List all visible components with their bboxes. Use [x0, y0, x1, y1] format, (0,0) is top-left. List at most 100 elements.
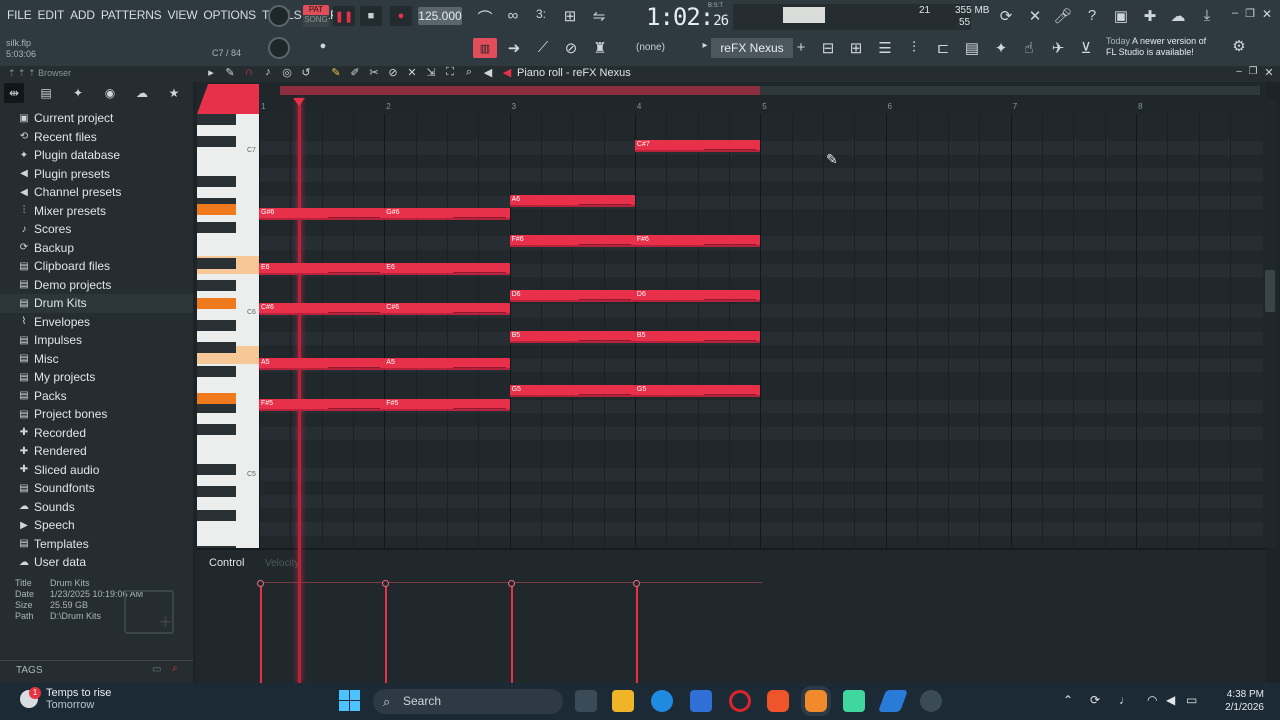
browser-item[interactable]: ◀ Plugin presets — [0, 165, 193, 184]
magnet-icon[interactable]: ∩ — [241, 66, 257, 79]
browser-item[interactable]: ▶ Speech — [0, 516, 193, 535]
current-plugin[interactable]: reFX Nexus — [711, 38, 793, 58]
menu-item-edit[interactable]: EDIT — [35, 8, 68, 22]
paint-tool-icon[interactable]: ✐ — [347, 66, 363, 79]
draw-tool-icon[interactable]: ✎ — [328, 66, 344, 79]
windows-start-icon[interactable] — [339, 690, 361, 712]
black-key[interactable] — [197, 320, 236, 331]
taskbar-clock[interactable]: 4:38 PM 2/1/2026 — [1212, 688, 1264, 714]
black-key[interactable] — [197, 176, 236, 187]
black-key[interactable] — [197, 222, 236, 233]
pr-tools-icon[interactable]: ✎ — [222, 66, 238, 79]
link-icon[interactable]: ⊘ — [560, 39, 582, 57]
delete-tool-icon[interactable]: ✂ — [366, 66, 382, 79]
velocity-handle[interactable] — [632, 580, 640, 587]
note[interactable]: E6 — [384, 262, 510, 275]
menu-item-file[interactable]: FILE — [4, 8, 35, 22]
note[interactable]: G#6 — [384, 208, 510, 221]
black-key[interactable] — [197, 486, 236, 497]
menu-item-add[interactable]: ADD — [67, 8, 98, 22]
stop-button[interactable]: ■ — [360, 6, 382, 26]
browser-item[interactable]: ☁ Sounds — [0, 498, 193, 517]
master-pitch-knob[interactable] — [268, 37, 290, 59]
browser-item[interactable]: ▣ Current project — [0, 109, 193, 128]
browser-item[interactable]: ✚ Rendered — [0, 442, 193, 461]
record-button[interactable]: ● — [390, 6, 412, 26]
opera-icon[interactable] — [729, 690, 751, 712]
active-key[interactable] — [197, 298, 236, 309]
browser-item[interactable]: ⟳ Backup — [0, 239, 193, 258]
tags-bar[interactable]: TAGS ▭ ⌕ — [0, 660, 193, 680]
tray-mic-icon[interactable]: ♩ — [1119, 693, 1131, 707]
typing-keyboard-icon[interactable]: ⊞ — [559, 7, 581, 25]
browser-item[interactable]: ▤ Project bones — [0, 405, 193, 424]
pencil-icon[interactable]: ⟋ — [532, 39, 554, 56]
velocity-bar[interactable] — [260, 584, 262, 683]
mixer-icon[interactable]: ⫶ — [903, 39, 925, 56]
browser-item[interactable]: ▤ Clipboard files — [0, 257, 193, 276]
browser-item[interactable]: ☁ User data — [0, 553, 193, 572]
note[interactable]: F#6 — [509, 235, 635, 248]
browser-item[interactable]: ♪ Scores — [0, 220, 193, 239]
mute-tool-icon[interactable]: ⊘ — [385, 66, 401, 79]
select-tool-icon[interactable]: ⇲ — [423, 66, 439, 79]
close-icon[interactable]: ✕ — [1256, 7, 1278, 21]
black-key[interactable] — [197, 510, 236, 521]
black-key[interactable] — [197, 280, 236, 291]
browser-item[interactable]: ▤ Packs — [0, 387, 193, 406]
velocity-bar[interactable] — [510, 584, 513, 683]
cloud-tab-icon[interactable]: ☁ — [132, 83, 152, 103]
velocity-bar[interactable] — [635, 584, 638, 683]
note[interactable]: C#6 — [259, 303, 385, 316]
tools-icon[interactable]: ✕ — [1024, 7, 1046, 25]
pat-song-toggle[interactable]: PAT SONG — [303, 5, 329, 27]
note[interactable]: A5 — [259, 357, 385, 370]
loop-record-icon[interactable]: ∞ — [502, 7, 524, 24]
store-icon[interactable] — [690, 690, 712, 712]
slice-tool-icon[interactable]: ✕ — [404, 66, 420, 79]
tray-overflow-icon[interactable]: ⌃ — [1063, 693, 1073, 707]
weather-widget[interactable]: 1 Temps to rise Tomorrow — [20, 687, 111, 711]
note[interactable]: E6 — [259, 262, 385, 275]
pause-button[interactable]: ❚❚ — [333, 6, 355, 26]
active-key[interactable] — [197, 204, 236, 215]
note[interactable]: A6 — [509, 194, 635, 207]
help-icon[interactable]: ? — [1081, 7, 1103, 24]
browser-item[interactable]: ⌇ Envelopes — [0, 313, 193, 332]
menu-item-view[interactable]: VIEW — [164, 8, 200, 22]
brave-icon[interactable] — [767, 690, 789, 712]
browser-item[interactable]: ✚ Recorded — [0, 424, 193, 443]
file-explorer-icon[interactable] — [612, 690, 634, 712]
vertical-scroll-thumb[interactable] — [1265, 270, 1275, 312]
microphone-icon[interactable]: 🎤︎ — [1052, 7, 1074, 25]
news-panel[interactable]: Today A newer version of FL Studio is av… — [1106, 36, 1206, 58]
browser-item[interactable]: ▤ My projects — [0, 368, 193, 387]
browser-item[interactable]: ⫶ Mixer presets — [0, 202, 193, 221]
volume-icon[interactable]: ◀ — [1166, 693, 1175, 707]
plugins-tab-icon[interactable]: ✦ — [68, 83, 88, 103]
record-source-icon[interactable]: ◎ — [279, 66, 295, 79]
step-edit-icon[interactable]: 3: — [530, 7, 552, 21]
pr-menu-arrow-icon[interactable]: ▸ — [203, 66, 219, 79]
black-key[interactable] — [197, 342, 236, 353]
save-icon[interactable]: ▣ — [1110, 7, 1132, 25]
note[interactable]: G5 — [634, 385, 761, 397]
undo-history-icon[interactable]: ⟳ — [995, 7, 1017, 25]
control-target[interactable]: Velocity — [265, 558, 299, 569]
black-key[interactable] — [197, 136, 236, 147]
piano-roll-button[interactable]: ▥ — [473, 38, 497, 58]
plugin-icon[interactable]: ✚ — [1139, 7, 1161, 25]
velocity-bar[interactable] — [385, 584, 388, 683]
browser-item[interactable]: ◀ Channel presets — [0, 183, 193, 202]
velocity-lane[interactable] — [196, 576, 1266, 683]
metronome-icon[interactable]: ● — [312, 40, 334, 52]
wifi-icon[interactable]: ◠ — [1147, 693, 1157, 707]
bird-icon[interactable]: ✈︎ — [1047, 39, 1069, 57]
zoom-select-icon[interactable]: ⛶ — [442, 66, 458, 79]
note[interactable]: A5 — [384, 357, 510, 370]
note[interactable]: D6 — [509, 289, 635, 302]
velocity-handle[interactable] — [257, 580, 264, 587]
vertical-scrollbar[interactable] — [1263, 100, 1277, 548]
online-tab-icon[interactable]: ◉ — [100, 83, 120, 103]
note[interactable]: F#5 — [259, 398, 385, 411]
